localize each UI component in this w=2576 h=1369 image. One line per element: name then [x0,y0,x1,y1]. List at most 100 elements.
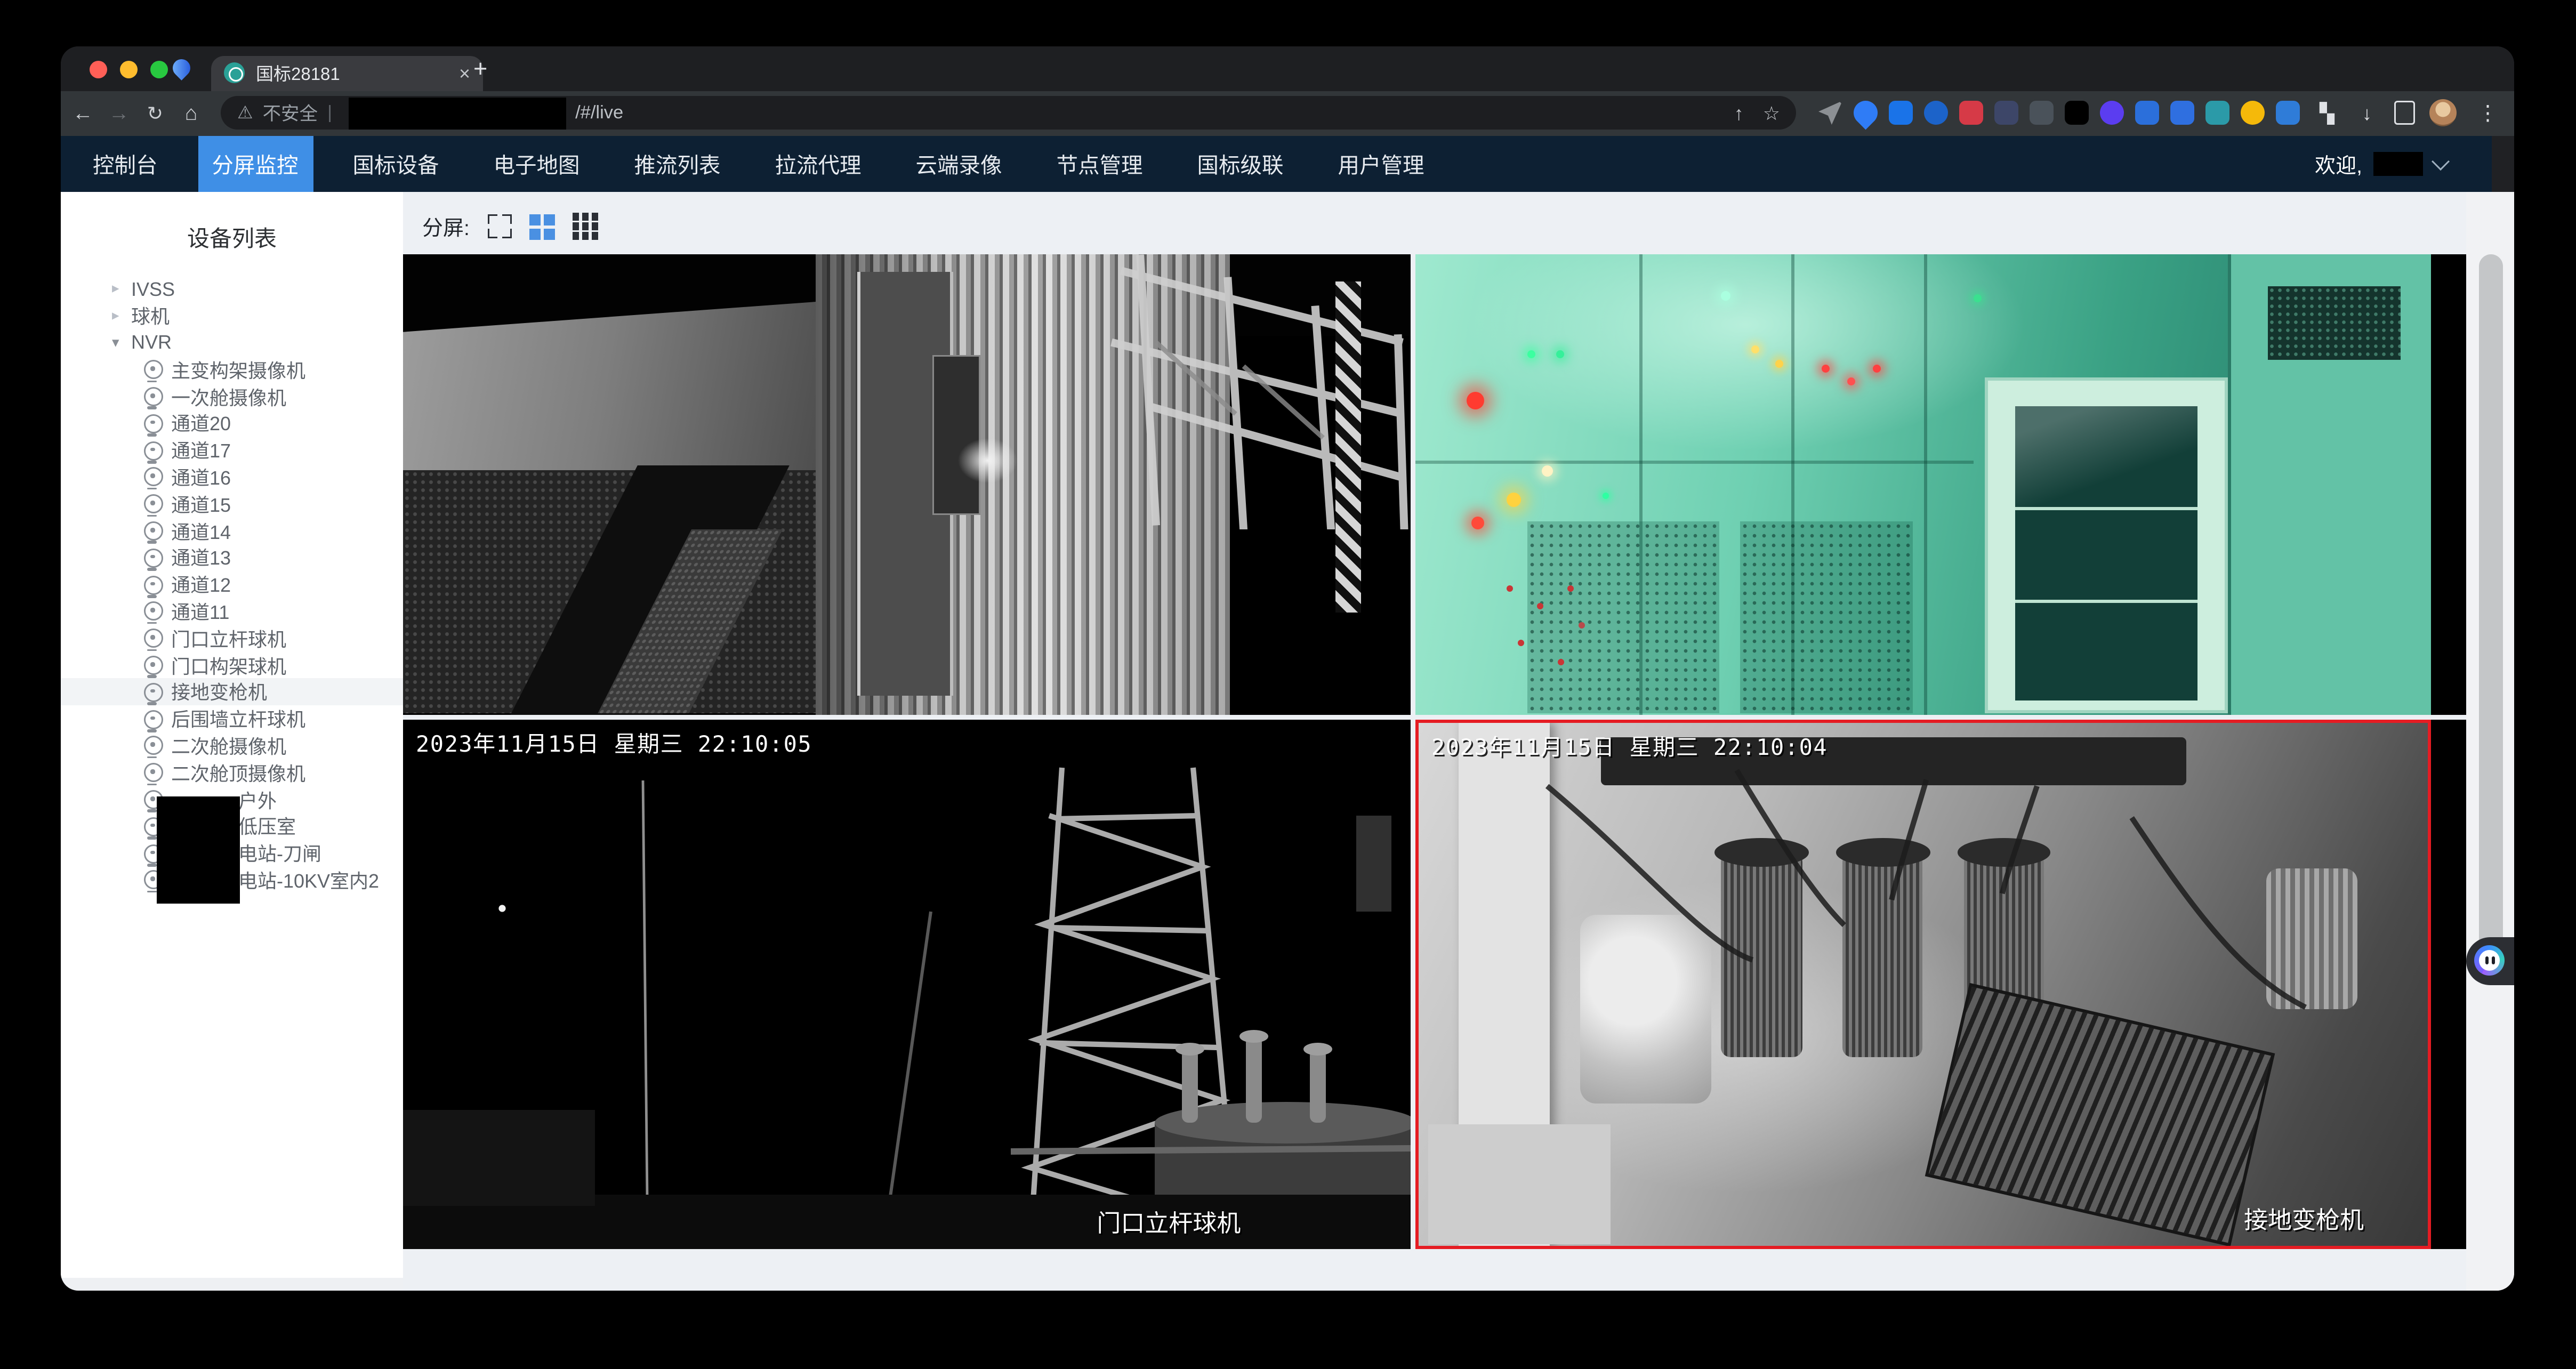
tree-group-0[interactable]: ▸IVSS [61,276,403,303]
lock-app-icon[interactable] [2170,101,2194,125]
blue-globe-icon[interactable] [1924,101,1948,125]
device-label: 通道20 [171,410,231,437]
blue-book-icon[interactable] [2135,101,2159,125]
assistant-widget-button[interactable] [2466,937,2514,985]
nav-item-7[interactable]: 节点管理 [1042,135,1157,191]
tree-device-2[interactable]: 通道20 [61,410,403,437]
video-cell-bottom-left[interactable]: 2023年11月15日 星期三 22:10:05 门口立杆球机 [403,719,1411,1249]
extensions-puzzle-icon[interactable]: ▚ [2314,102,2340,124]
webcam-icon [144,763,163,783]
split-9-icon[interactable] [572,213,598,239]
video-cell-top-right[interactable] [1415,254,2466,714]
nav-item-3[interactable]: 电子地图 [479,135,594,191]
webcam-icon [144,575,163,594]
nav-item-8[interactable]: 国标级联 [1183,135,1298,191]
nav-item-1[interactable]: 分屏监控 [198,135,313,191]
tree-expand-icon[interactable]: ▸ [112,308,128,325]
tree-device-3[interactable]: 通道17 [61,437,403,464]
side-panel-icon[interactable] [2394,101,2415,125]
device-label: 门口构架球机 [171,652,286,679]
indicator-light [1466,392,1484,409]
webcam-icon [144,360,163,380]
tree-device-6[interactable]: 通道14 [61,518,403,544]
nav-item-9[interactable]: 用户管理 [1324,135,1439,191]
video-timestamp: 2023年11月15日 星期三 22:10:05 [416,727,812,759]
home-button[interactable]: ⌂ [177,101,205,125]
tree-device-5[interactable]: 通道15 [61,491,403,518]
video-cell-top-left[interactable] [403,254,1411,714]
device-label: 一次舱摄像机 [171,383,286,410]
video-timestamp: 2023年11月15日 星期三 22:10:04 [1431,730,1828,762]
tree-device-14[interactable]: 二次舱摄像机 [61,732,403,759]
main-panel: 分屏: [403,191,2466,1290]
tab-close-icon[interactable]: × [459,63,470,83]
send-plane-icon[interactable] [1818,101,1842,125]
nav-item-6[interactable]: 云端录像 [901,135,1017,191]
browser-window: 国标28181 × + ← → ↻ ⌂ ⚠ 不安全 | /#/live ↑ ☆ [61,46,2514,1290]
tree-group-1[interactable]: ▸球机 [61,303,403,329]
red-shield-icon[interactable] [1959,101,1983,125]
tree-device-8[interactable]: 通道12 [61,571,403,598]
tree-device-11[interactable]: 门口构架球机 [61,652,403,679]
split-4-icon[interactable] [529,214,554,239]
skull-icon[interactable] [2030,101,2054,125]
nav-items: 控制台分屏监控国标设备电子地图推流列表拉流代理云端录像节点管理国标级联用户管理 [78,135,1464,191]
tree-group-label: 球机 [131,303,170,330]
scrollbar-thumb[interactable] [2479,254,2503,957]
url-redaction-box [348,97,566,129]
bookmark-star-icon[interactable]: ☆ [1763,102,1780,124]
tree-device-4[interactable]: 通道16 [61,464,403,490]
tree-device-10[interactable]: 门口立杆球机 [61,625,403,652]
tree-device-12[interactable]: 接地变枪机 [61,679,403,705]
nav-item-5[interactable]: 拉流代理 [761,135,876,191]
forward-button[interactable]: → [105,101,133,125]
address-bar[interactable]: ⚠ 不安全 | /#/live ↑ ☆ [221,96,1796,130]
tree-device-0[interactable]: 主变构架摄像机 [61,357,403,383]
back-button[interactable]: ← [69,101,97,125]
zoom-window-button[interactable] [150,60,168,78]
map-pin-icon[interactable] [1849,96,1883,130]
tab-title: 国标28181 [256,60,448,86]
webcam-icon [144,710,163,729]
split-1-icon[interactable] [487,214,511,238]
webcam-icon [144,602,163,621]
reload-button[interactable]: ↻ [141,102,169,124]
purple-assistant-icon[interactable] [2100,101,2124,125]
webcam-icon [144,468,163,487]
blue-swoosh-icon[interactable] [2276,101,2300,125]
tree-device-13[interactable]: 后围墙立杆球机 [61,706,403,732]
scene-door-sign [932,355,980,515]
tree-expand-icon[interactable]: ▸ [112,280,128,298]
device-label-suffix: 电站-10KV室内2 [238,867,379,894]
tree-device-15[interactable]: 二次舱顶摄像机 [61,760,403,786]
blue-square-icon[interactable] [1889,101,1913,125]
pinned-extension-pin-icon[interactable] [169,55,194,80]
user-menu[interactable]: 欢迎, [2315,135,2447,191]
minimize-window-button[interactable] [120,60,138,78]
video-scene-control-room [1415,254,2431,714]
profile-avatar[interactable] [2429,99,2457,126]
yellow-blob-icon[interactable] [2241,101,2265,125]
nav-item-2[interactable]: 国标设备 [339,135,454,191]
nav-item-0[interactable]: 控制台 [78,135,172,191]
teal-angular-icon[interactable] [2205,101,2229,125]
scene-cables [1419,722,2428,1245]
camera-name-overlay: 门口立杆球机 [1097,1205,1241,1239]
browser-tab[interactable]: 国标28181 × [211,55,483,91]
security-label: 不安全 [263,100,318,126]
tree-group-2[interactable]: ▾NVR [61,329,403,356]
video-cell-bottom-right[interactable]: 2023年11月15日 星期三 22:10:04 接地变枪机 [1415,719,2466,1249]
browser-menu-icon[interactable]: ⋮ [2477,100,2498,126]
tree-device-7[interactable]: 通道13 [61,544,403,571]
dark-card-icon[interactable] [1994,101,2018,125]
tree-device-9[interactable]: 通道11 [61,598,403,625]
share-icon[interactable]: ↑ [1734,102,1744,124]
nav-item-4[interactable]: 推流列表 [620,135,735,191]
tree-collapse-icon[interactable]: ▾ [112,334,128,352]
black-badge-icon[interactable] [2065,101,2089,125]
new-tab-button[interactable]: + [473,57,487,81]
close-window-button[interactable] [90,60,107,78]
webcam-icon [144,549,163,568]
tree-device-1[interactable]: 一次舱摄像机 [61,383,403,410]
downloads-icon[interactable]: ↓ [2354,102,2380,124]
